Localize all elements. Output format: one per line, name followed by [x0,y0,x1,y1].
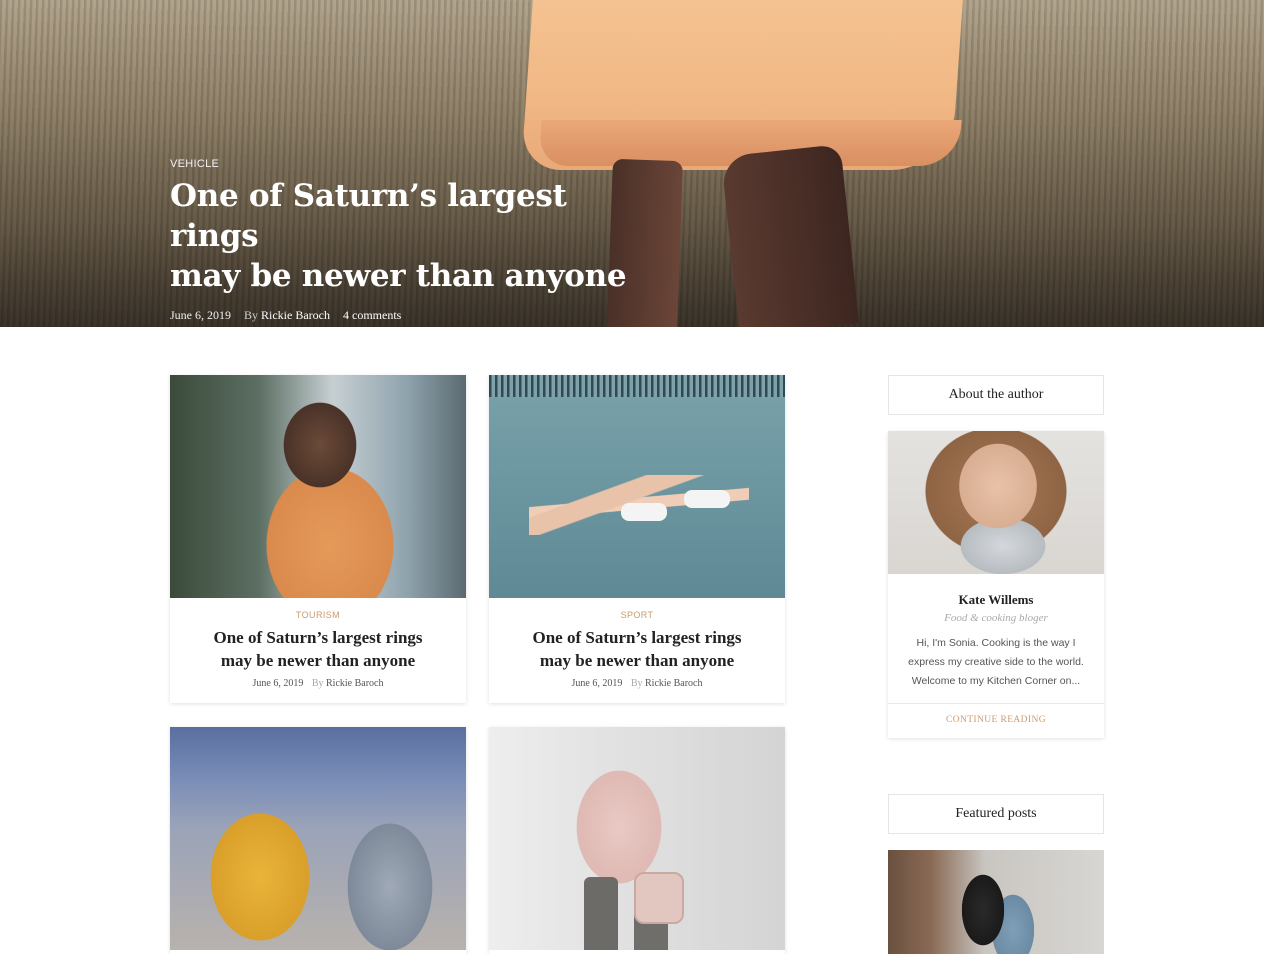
post-by-label: By [311,678,324,689]
post-date: June 6, 2019 [252,678,304,689]
author-bio-line: Hi, I'm Sonia. Cooking is the way I [916,637,1076,649]
post-card-image[interactable] [489,727,785,950]
post-title-line[interactable]: may be newer than anyone [540,651,734,670]
post-meta: June 6, 2019 By Rickie Baroch [505,678,769,689]
hero-date: June 6, 2019 [170,308,231,322]
post-card[interactable] [170,727,466,954]
hero-meta: June 6, 2019 By Rickie Baroch 4 comments [170,308,650,323]
post-card[interactable] [489,727,785,954]
post-author-link[interactable]: Rickie Baroch [326,678,383,689]
post-title-line[interactable]: One of Saturn’s largest rings [213,628,422,647]
author-card: Kate Willems Food & cooking bloger Hi, I… [888,431,1104,738]
hero-comments-link[interactable]: 4 comments [343,308,401,322]
post-meta: June 6, 2019 By Rickie Baroch [186,678,450,689]
about-author-widget-title: About the author [888,375,1104,415]
post-by-label: By [630,678,643,689]
author-role: Food & cooking bloger [944,612,1048,624]
image-detail-shoe [621,503,667,521]
hero-title[interactable]: One of Saturn’s largest rings may be new… [170,176,650,296]
post-card[interactable]: TOURISM One of Saturn’s largest rings ma… [170,375,466,703]
hero-by-label: By [244,308,259,322]
hero-title-line[interactable]: One of Saturn’s largest rings [170,178,567,254]
post-title-line[interactable]: One of Saturn’s largest rings [532,628,741,647]
hero-title-line[interactable]: may be newer than anyone [170,258,627,294]
image-detail-shoe [684,490,730,508]
featured-posts-widget-title: Featured posts [888,794,1104,834]
author-bio-line: express my creative side to the world. [908,656,1084,668]
hero-content: VEHICLE One of Saturn’s largest rings ma… [170,158,650,323]
divider [888,703,1104,704]
hero-image-leg [720,144,860,327]
post-author-link[interactable]: Rickie Baroch [645,678,702,689]
post-card-image[interactable] [170,375,466,598]
author-bio: Hi, I'm Sonia. Cooking is the way I expr… [888,634,1104,691]
post-card-body: TOURISM One of Saturn’s largest rings ma… [170,598,466,701]
post-category-link[interactable]: SPORT [505,610,769,620]
image-detail-boot [584,877,618,950]
post-card-image[interactable] [170,727,466,950]
continue-reading-link[interactable]: CONTINUE READING [888,715,1104,725]
post-card-image[interactable] [489,375,785,598]
post-card[interactable]: SPORT One of Saturn’s largest rings may … [489,375,785,703]
author-bio-line: Welcome to my Kitchen Corner on... [911,675,1081,687]
author-avatar [888,431,1104,574]
post-card-body: SPORT One of Saturn’s largest rings may … [489,598,785,701]
image-detail-handbag [634,872,684,924]
author-name: Kate Willems [958,592,1034,607]
post-title-line[interactable]: may be newer than anyone [221,651,415,670]
post-title[interactable]: One of Saturn’s largest rings may be new… [186,626,450,672]
hero-category-link[interactable]: VEHICLE [170,158,650,170]
featured-post-image[interactable] [888,850,1104,954]
post-date: June 6, 2019 [571,678,623,689]
post-category-link[interactable]: TOURISM [186,610,450,620]
hero-banner[interactable]: VEHICLE One of Saturn’s largest rings ma… [0,0,1264,327]
hero-author-link[interactable]: Rickie Baroch [261,308,330,322]
post-title[interactable]: One of Saturn’s largest rings may be new… [505,626,769,672]
